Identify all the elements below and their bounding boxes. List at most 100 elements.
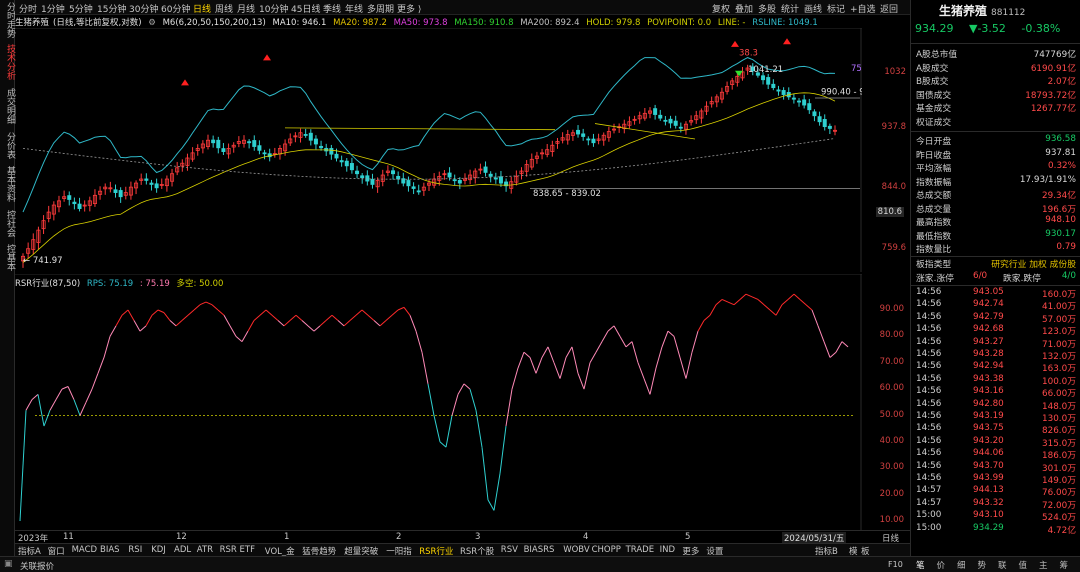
candle-body bbox=[252, 140, 257, 147]
panel-tab[interactable]: 细 bbox=[957, 559, 966, 571]
panel-tab[interactable]: 笔 bbox=[916, 559, 925, 571]
candle-body bbox=[221, 148, 226, 152]
down-label: 跌家.跌停 bbox=[1003, 274, 1041, 284]
panel-row-label: 权证成交 bbox=[916, 117, 952, 128]
panel-tab[interactable]: 值 bbox=[1019, 559, 1028, 571]
period-tab[interactable]: 15分钟 bbox=[97, 2, 126, 15]
rsr-segment bbox=[157, 309, 165, 314]
indicator-tab[interactable]: BIASRS bbox=[524, 545, 555, 555]
panel-divider bbox=[911, 131, 1080, 132]
tick-volume: 163.0万 bbox=[1042, 364, 1076, 375]
rsr-indicator-chart[interactable] bbox=[15, 274, 862, 530]
rsr-segment bbox=[265, 309, 273, 316]
price-axis-label: 759.6 bbox=[881, 243, 906, 253]
left-tab[interactable]: 成交明细 bbox=[0, 88, 15, 124]
period-tab[interactable]: 60分钟 bbox=[161, 2, 190, 15]
panel-tab[interactable]: 势 bbox=[978, 559, 987, 571]
rsr-segment bbox=[313, 325, 321, 332]
tick-time: 15:00 bbox=[916, 510, 942, 521]
toolbar-button[interactable]: 叠加 bbox=[735, 2, 753, 15]
left-tab[interactable]: 分时走势 bbox=[0, 2, 15, 38]
candle-body bbox=[498, 176, 503, 184]
indicator-tab[interactable]: BIAS bbox=[100, 545, 120, 555]
panel-row: 指数量比 0.79 bbox=[911, 242, 1080, 255]
period-tab[interactable]: 1分钟 bbox=[41, 2, 65, 15]
tick-price: 943.70 bbox=[973, 460, 1004, 471]
panel-row: 平均涨幅 0.32% bbox=[911, 161, 1080, 174]
rsr-segment bbox=[583, 362, 591, 390]
indicator-tab[interactable]: WOBV bbox=[563, 545, 589, 555]
panel-tab[interactable]: 主 bbox=[1039, 559, 1048, 571]
tick-price: 942.74 bbox=[973, 299, 1004, 310]
indicator-tab[interactable]: TRADE bbox=[626, 545, 654, 555]
left-tab[interactable]: 控社会 bbox=[0, 210, 15, 237]
tick-volume: 4.72亿 bbox=[1047, 525, 1076, 536]
tick-row: 14:56 943.19 130.0万 bbox=[911, 411, 1080, 424]
period-tab[interactable]: 更多 ⟩ bbox=[397, 2, 421, 15]
left-tab[interactable]: 基本资料 bbox=[0, 166, 15, 202]
rsr-segment bbox=[199, 301, 207, 306]
indicator-tab[interactable]: IND bbox=[660, 545, 675, 555]
toolbar-button[interactable]: 标记 bbox=[827, 2, 845, 15]
indicator-tab[interactable]: CHOPP bbox=[592, 545, 621, 555]
kline-chart[interactable]: 38.3 1041.21 990.40 - 985 75.2 838.65 - 839.… bbox=[15, 28, 862, 272]
tick-volume: 160.0万 bbox=[1042, 290, 1076, 300]
candle-body bbox=[216, 139, 221, 149]
candle-body bbox=[791, 97, 796, 100]
rsr-segment bbox=[277, 320, 285, 327]
rsr-segment bbox=[253, 314, 261, 321]
indicator-tab[interactable]: ADL bbox=[174, 545, 191, 555]
period-tab[interactable]: 多周期 bbox=[367, 2, 394, 15]
indicator-tab[interactable]: RSR ETF bbox=[220, 545, 255, 555]
rsr-segment bbox=[343, 320, 351, 327]
panel-row-label: A股成交 bbox=[916, 63, 949, 74]
tick-time: 14:56 bbox=[916, 336, 942, 347]
period-tab[interactable]: 10分钟 bbox=[259, 2, 288, 15]
rsr-segment bbox=[757, 299, 765, 306]
panel-row-value: 6190.91亿 bbox=[1030, 63, 1076, 74]
toolbar-button[interactable]: 多股 bbox=[758, 2, 776, 15]
indicator-tab[interactable]: MACD bbox=[72, 545, 97, 555]
rsr-segment bbox=[517, 352, 525, 369]
candle-body bbox=[339, 160, 344, 163]
period-tab[interactable]: 周线 bbox=[215, 2, 233, 15]
rsr-segment bbox=[415, 330, 423, 353]
indicator-tab[interactable]: RSI bbox=[128, 545, 142, 555]
toolbar-button[interactable]: +自选 bbox=[850, 2, 876, 15]
tick-volume: 41.00万 bbox=[1042, 302, 1076, 313]
legend-mode: (日线,等比前复权,对数) bbox=[53, 18, 142, 28]
period-tab[interactable]: 5分钟 bbox=[69, 2, 93, 15]
left-tab[interactable]: 控基本 bbox=[0, 244, 15, 271]
tick-row: 14:56 942.80 148.0万 bbox=[911, 398, 1080, 412]
period-tab[interactable]: 30分钟 bbox=[129, 2, 158, 15]
panel-row-value: 29.34亿 bbox=[1042, 191, 1076, 201]
panel-tab[interactable]: 价 bbox=[937, 559, 946, 571]
rsr-segment bbox=[115, 315, 123, 327]
toolbar-button[interactable]: 返回 bbox=[880, 2, 898, 15]
toolbar-button[interactable]: 复权 bbox=[712, 2, 730, 15]
status-f10[interactable]: F10 bbox=[888, 560, 903, 569]
toolbar-button[interactable]: 画线 bbox=[804, 2, 822, 15]
period-tab[interactable]: 季线 bbox=[323, 2, 341, 15]
left-tab[interactable]: 技术分析 bbox=[0, 44, 15, 80]
status-left[interactable]: 关联报价 bbox=[20, 560, 54, 572]
period-tab[interactable]: 月线 bbox=[237, 2, 255, 15]
indicator-tab[interactable]: KDJ bbox=[151, 545, 166, 555]
tick-time: 14:56 bbox=[916, 398, 942, 409]
indicator-tab[interactable]: ATR bbox=[197, 545, 213, 555]
period-tab[interactable]: 45日线 bbox=[291, 2, 320, 15]
rsr-axis-label: 20.00 bbox=[879, 488, 904, 499]
period-tab[interactable]: 分时 bbox=[19, 2, 37, 15]
indicator-tab[interactable]: RSV bbox=[501, 545, 518, 555]
period-tab[interactable]: 日线 bbox=[193, 2, 211, 15]
panel-tab[interactable]: 筹 bbox=[1060, 559, 1069, 571]
period-toolbar: 分时 1分钟 5分钟 15分钟 30分钟 60分钟 日线 周线 月线 10分钟 45日线 季线 年线 多周… bbox=[15, 0, 910, 15]
toolbar-button[interactable]: 统计 bbox=[781, 2, 799, 15]
legend-gear-icon[interactable]: ⚙ bbox=[148, 18, 156, 28]
panel-tab[interactable]: 联 bbox=[998, 559, 1007, 571]
rsr-segment bbox=[727, 301, 735, 306]
panel-change: ▼-3.52 bbox=[969, 22, 1006, 35]
period-tab[interactable]: 年线 bbox=[345, 2, 363, 15]
rsr-segment bbox=[295, 314, 303, 321]
left-tab[interactable]: 分价表 bbox=[0, 132, 15, 159]
